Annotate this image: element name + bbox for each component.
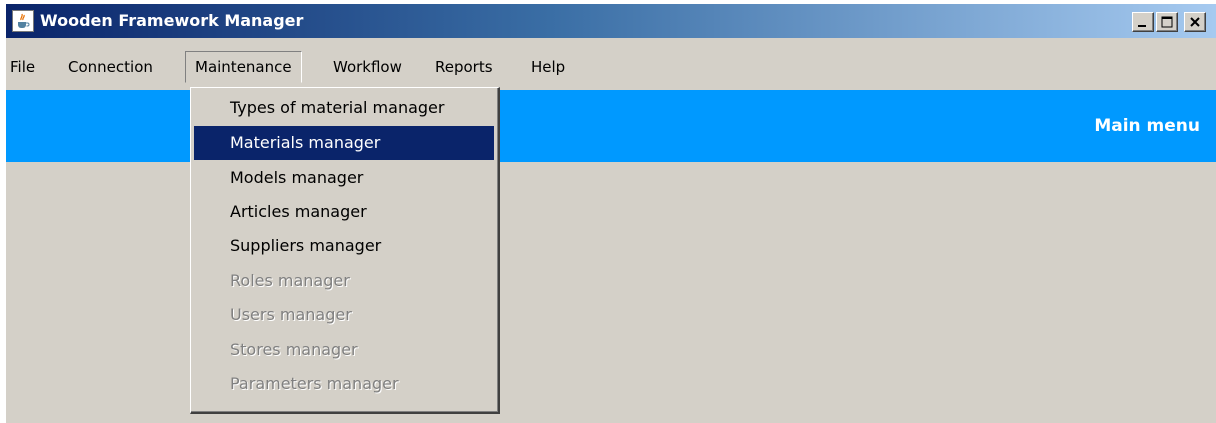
minimize-button[interactable]	[1132, 12, 1154, 32]
menu-item-articles-manager[interactable]: Articles manager	[194, 195, 494, 229]
menu-connection[interactable]: Connection	[68, 51, 153, 83]
java-cup-icon[interactable]	[12, 10, 34, 32]
menu-bar: File Connection Maintenance Workflow Rep…	[6, 51, 1216, 83]
menu-item-models-manager[interactable]: Models manager	[194, 161, 494, 195]
menu-item-roles-manager: Roles manager	[230, 271, 350, 290]
menu-item-parameters-manager: Parameters manager	[230, 374, 399, 393]
menu-item-materials-manager[interactable]: Materials manager	[194, 126, 494, 160]
application-window: Wooden Framework Manager File Connection…	[6, 4, 1216, 423]
menu-item-stores-manager: Stores manager	[230, 340, 358, 359]
title-bar[interactable]: Wooden Framework Manager	[6, 4, 1216, 38]
maintenance-dropdown-menu: Types of material manager Materials mana…	[190, 87, 500, 414]
menu-help[interactable]: Help	[531, 51, 565, 83]
close-icon	[1190, 17, 1200, 27]
menu-workflow[interactable]: Workflow	[333, 51, 402, 83]
menu-reports[interactable]: Reports	[435, 51, 493, 83]
minimize-icon	[1138, 25, 1146, 27]
maximize-icon	[1161, 16, 1173, 28]
close-button[interactable]	[1184, 12, 1206, 32]
header-banner: Main menu	[6, 90, 1216, 162]
menu-item-types-of-material-manager[interactable]: Types of material manager	[194, 91, 494, 125]
menu-file[interactable]: File	[10, 51, 35, 83]
menu-item-users-manager: Users manager	[230, 305, 352, 324]
maximize-button[interactable]	[1156, 12, 1178, 32]
menu-maintenance[interactable]: Maintenance	[185, 51, 302, 83]
menu-item-suppliers-manager[interactable]: Suppliers manager	[194, 229, 494, 263]
banner-title: Main menu	[1094, 116, 1200, 136]
window-title: Wooden Framework Manager	[40, 11, 304, 30]
